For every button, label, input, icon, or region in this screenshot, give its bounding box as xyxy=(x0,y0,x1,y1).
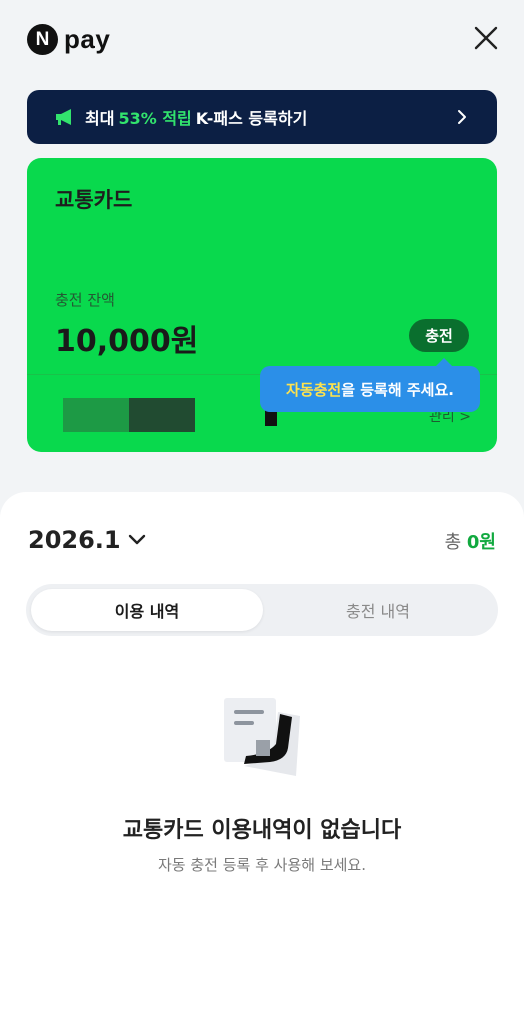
tooltip-highlight: 자동충전 xyxy=(286,380,342,399)
chevron-right-icon xyxy=(458,110,466,124)
total-amount: 총 0원 xyxy=(445,528,496,554)
balance-label: 충전 잔액 xyxy=(55,291,115,309)
banner-text-prefix: 최대 xyxy=(85,109,115,128)
month-selector[interactable]: 2026.1 xyxy=(28,526,147,554)
chevron-down-icon xyxy=(128,534,145,545)
month-label: 2026.1 xyxy=(28,526,121,554)
redacted-mark xyxy=(265,410,277,426)
redacted-area xyxy=(129,398,195,432)
total-value: 0원 xyxy=(466,532,496,553)
balance-amount: 10,000원 xyxy=(55,324,199,359)
card-title: 교통카드 xyxy=(55,188,133,212)
history-tabs: 이용 내역 충전 내역 xyxy=(26,584,498,636)
close-icon xyxy=(474,26,498,50)
megaphone-icon xyxy=(56,109,71,125)
tooltip-text: 을 등록해 주세요. xyxy=(341,380,454,399)
header: N pay xyxy=(0,0,524,80)
auto-charge-tooltip[interactable]: 자동충전 을 등록해 주세요. xyxy=(260,358,480,412)
history-sheet: 2026.1 총 0원 이용 내역 충전 내역 교통카드 이용내역이 없습니다 … xyxy=(0,492,524,1024)
logo-text: pay xyxy=(64,24,111,54)
tab-charge[interactable]: 충전 내역 xyxy=(262,589,494,631)
empty-subtitle: 자동 충전 등록 후 사용해 보세요. xyxy=(157,856,366,874)
tab-usage[interactable]: 이용 내역 xyxy=(31,589,263,631)
redacted-area xyxy=(63,398,131,432)
kpass-banner[interactable]: 최대 53% 적립 K-패스 등록하기 xyxy=(27,90,497,144)
total-label: 총 xyxy=(444,532,462,553)
close-button[interactable] xyxy=(470,22,502,54)
empty-title: 교통카드 이용내역이 없습니다 xyxy=(122,818,402,843)
npay-logo: N pay xyxy=(27,24,110,55)
banner-text-accent: 53% 적립 xyxy=(118,109,192,128)
empty-receipt-icon xyxy=(224,698,300,776)
logo-n-icon: N xyxy=(27,24,58,55)
banner-text-suffix: K-패스 등록하기 xyxy=(195,109,308,128)
charge-button[interactable]: 충전 xyxy=(409,319,469,352)
